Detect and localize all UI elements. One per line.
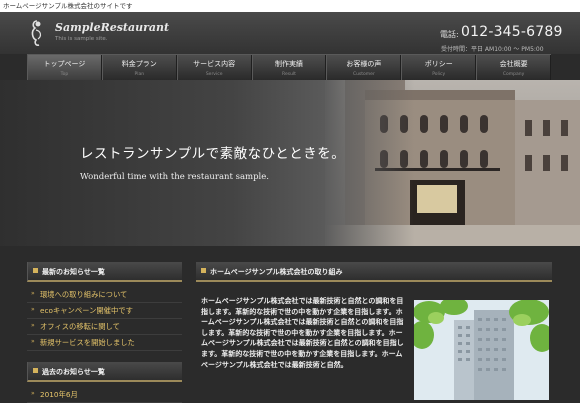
main-content: ホームページサンプル株式会社の取り組み ホームページサンプル株式会社では最新技術… [196,262,552,400]
nav-sublabel: Company [502,72,525,77]
archive-item-link[interactable]: 2010年6月 [40,390,78,400]
hero-title: レストランサンプルで素敵なひとときを。 [80,146,346,162]
nav-sublabel: Service [205,72,223,77]
hero-building-photo [325,80,580,246]
news-item-link[interactable]: 環境への取り組みについて [40,290,127,300]
nav-item-service[interactable]: サービス内容 Service [176,55,252,80]
nav-item-plan[interactable]: 料金プラン Plan [101,55,177,80]
site-logo-subtitle: This is sample site. [55,36,108,42]
nav-sublabel: Customer [352,72,375,77]
arrow-right-icon: » [31,390,35,397]
news-item[interactable]: » オフィスの移転に関して [27,319,182,335]
phone-label: 電話: [440,30,459,39]
news-heading-text: 最新のお知らせ一覧 [42,268,105,276]
arrow-right-icon: » [31,338,35,345]
nav-label: 料金プラン [121,60,157,68]
nav-label: 会社概要 [499,60,528,68]
arrow-right-icon: » [31,290,35,297]
hero-subtitle: Wonderful time with the restaurant sampl… [80,172,269,182]
main-heading-text: ホームページサンプル株式会社の取り組み [210,268,343,276]
news-heading: 最新のお知らせ一覧 [27,262,182,282]
site-logo-title[interactable]: SampleRestaurant [55,21,169,34]
nav-label: ポリシー [424,60,453,68]
archive-heading-text: 過去のお知らせ一覧 [42,368,105,376]
nav-label: サービス内容 [193,60,236,68]
business-hours: 受付時間：平日 AM10:00 ～ PM5:00 [441,46,544,53]
nav-sublabel: Result [282,72,296,77]
archive-heading: 過去のお知らせ一覧 [27,362,182,382]
nav-item-customer[interactable]: お客様の声 Customer [326,55,402,80]
news-item[interactable]: » 環境への取り組みについて [27,287,182,303]
news-item-link[interactable]: オフィスの移転に関して [40,322,120,332]
nav-item-company[interactable]: 会社概要 Company [476,55,552,80]
square-bullet-icon [33,368,38,373]
top-info-bar: ホームページサンプル株式会社のサイトです [0,0,580,12]
site-header: SampleRestaurant This is sample site. 電話… [0,12,580,54]
news-item-link[interactable]: ecoキャンペーン開催中です [40,306,133,316]
top-info-text: ホームページサンプル株式会社のサイトです [3,2,133,10]
main-body-text: ホームページサンプル株式会社では最新技術と自然との調和を目指します。革新的な技術… [201,297,404,369]
sidebar: 最新のお知らせ一覧 » 環境への取り組みについて » ecoキャンペーン開催中で… [27,262,182,403]
news-list: » 環境への取り組みについて » ecoキャンペーン開催中です » オフィスの移… [27,282,182,351]
nav-item-policy[interactable]: ポリシー Policy [401,55,477,80]
nav-label: トップページ [43,60,86,68]
office-building-photo [414,300,549,400]
arrow-right-icon: » [31,322,35,329]
arrow-right-icon: » [31,306,35,313]
news-item[interactable]: » 新規サービスを開始しました [27,335,182,351]
news-item-link[interactable]: 新規サービスを開始しました [40,338,135,348]
news-item[interactable]: » ecoキャンペーン開催中です [27,303,182,319]
nav-sublabel: Plan [134,72,145,77]
nav-label: 制作実績 [275,60,303,68]
chef-figure-icon[interactable] [27,18,47,48]
nav-item-result[interactable]: 制作実績 Result [251,55,327,80]
nav-sublabel: Policy [432,72,446,77]
nav-sublabel: Top [60,72,69,77]
global-nav: トップページ Top 料金プラン Plan サービス内容 Service 制作実… [27,54,552,80]
nav-item-top[interactable]: トップページ Top [27,55,102,80]
phone-number[interactable]: 012-345-6789 [461,24,563,40]
archive-item[interactable]: » 2010年6月 [27,387,182,403]
main-heading: ホームページサンプル株式会社の取り組み [196,262,552,282]
nav-label: お客様の声 [346,60,382,68]
hero-banner: レストランサンプルで素敵なひとときを。 Wonderful time with … [0,80,580,246]
archive-box: 過去のお知らせ一覧 » 2010年6月 [27,362,182,403]
square-bullet-icon [33,268,38,273]
square-bullet-icon [201,268,206,273]
